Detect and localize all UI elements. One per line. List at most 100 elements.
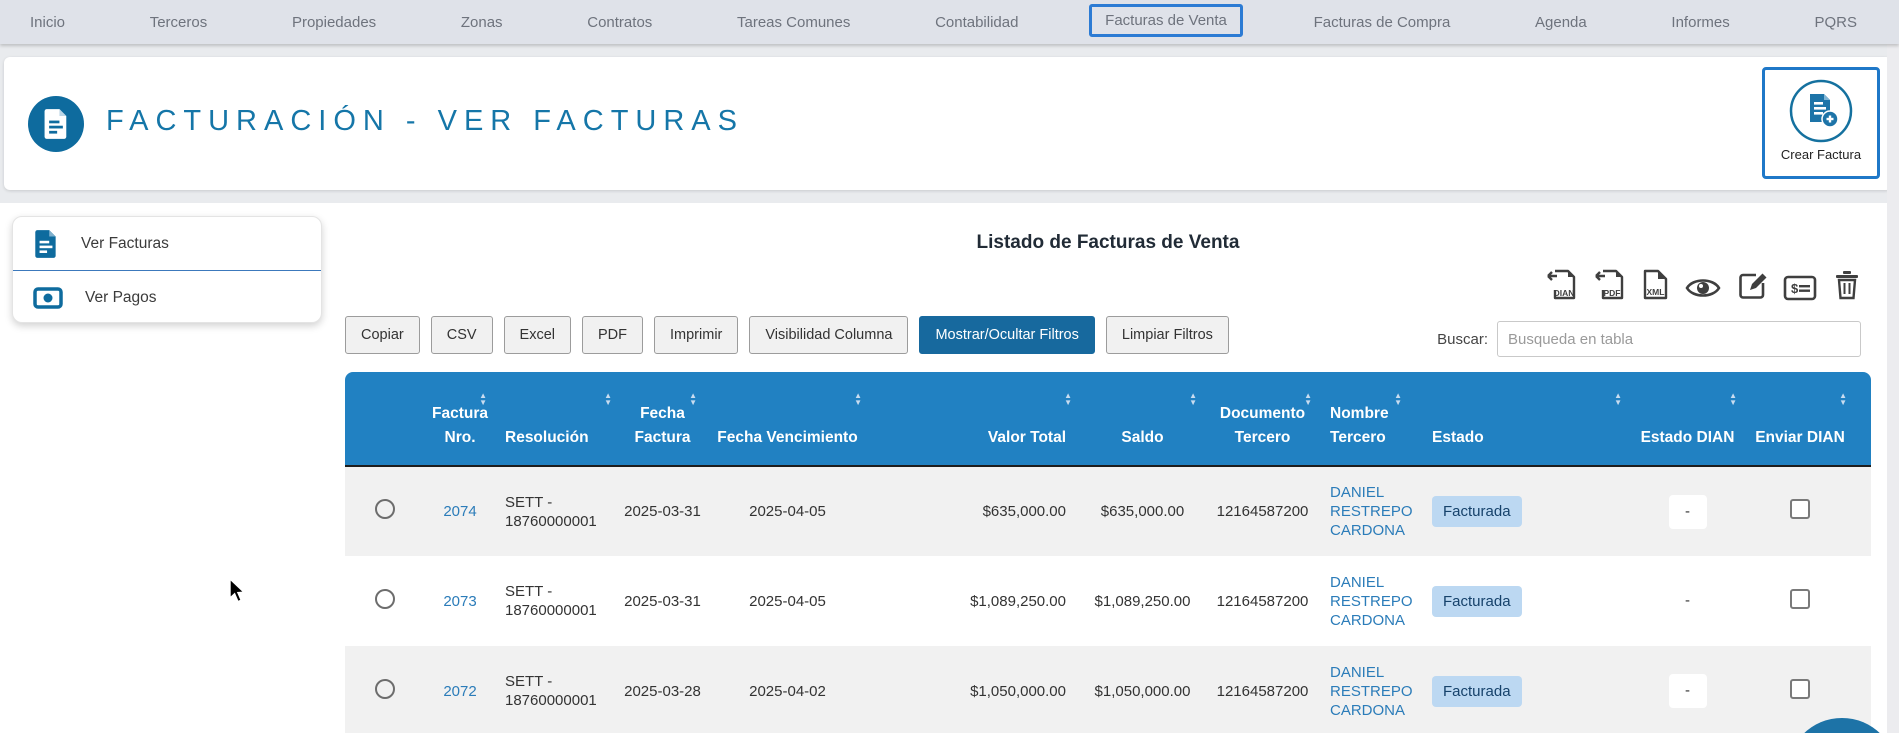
table-row: 2074SETT - 187600000012025-03-312025-04-… (345, 466, 1871, 556)
cell-sel (345, 646, 425, 733)
svg-text:XML: XML (1647, 287, 1665, 297)
create-invoice-label: Crear Factura (1781, 147, 1861, 162)
row-select-radio[interactable] (375, 589, 395, 609)
dian-status-value: - (1669, 584, 1707, 618)
column-header-enviar_dian[interactable]: Enviar DIAN▲▼ (1745, 372, 1855, 466)
column-header-fecha_factura[interactable]: Fecha Factura▲▼ (620, 372, 705, 466)
nav-item-facturas-de-compra[interactable]: Facturas de Compra (1300, 6, 1465, 39)
cell-sel (345, 556, 425, 646)
delete-icon[interactable] (1833, 269, 1861, 301)
sort-icon[interactable]: ▲▼ (1189, 392, 1197, 406)
sort-icon[interactable]: ▲▼ (854, 392, 862, 406)
column-header-valor_total[interactable]: Valor Total▲▼ (870, 372, 1080, 466)
nav-item-agenda[interactable]: Agenda (1521, 6, 1601, 39)
svg-text:DIAN: DIAN (1554, 288, 1575, 298)
send-dian-checkbox[interactable] (1790, 499, 1810, 519)
cell-fecha_vencimiento: 2025-04-05 (705, 556, 870, 646)
edit-icon[interactable] (1737, 271, 1767, 301)
nav-item-propiedades[interactable]: Propiedades (278, 6, 390, 39)
page-header: FACTURACIÓN - VER FACTURAS Crear Factura (4, 57, 1892, 190)
sort-icon[interactable]: ▲▼ (1839, 392, 1847, 406)
cell-nombre_tercero: DANIEL RESTREPO CARDONA (1320, 646, 1410, 733)
nav-item-contabilidad[interactable]: Contabilidad (921, 6, 1032, 39)
table-row: 2072SETT - 187600000012025-03-282025-04-… (345, 646, 1871, 733)
nav-item-contratos[interactable]: Contratos (573, 6, 666, 39)
row-select-radio[interactable] (375, 499, 395, 519)
page-title: FACTURACIÓN - VER FACTURAS (106, 105, 744, 138)
table-toolbar: Copiar CSV Excel PDF Imprimir Visibilidad Col… (345, 316, 1229, 354)
column-header-estado_dian[interactable]: Estado DIAN▲▼ (1630, 372, 1745, 466)
page-scrollbar[interactable] (1887, 44, 1899, 733)
excel-button[interactable]: Excel (504, 316, 571, 354)
view-icon[interactable] (1685, 275, 1721, 301)
column-header-fecha_vencimiento[interactable]: Fecha Vencimiento▲▼ (705, 372, 870, 466)
column-header-resolucion[interactable]: Resolución▲▼ (495, 372, 620, 466)
xml-file-icon[interactable]: XML (1641, 267, 1669, 301)
status-badge: Facturada (1432, 496, 1522, 527)
sort-icon[interactable]: ▲▼ (604, 392, 612, 406)
cell-fecha_factura: 2025-03-31 (620, 466, 705, 556)
nav-item-terceros[interactable]: Terceros (136, 6, 222, 39)
nav-item-zonas[interactable]: Zonas (447, 6, 517, 39)
pdf-download-icon[interactable]: PDF (1593, 267, 1625, 301)
payment-check-icon[interactable]: $ (1783, 275, 1817, 301)
visibilidad-columna-button[interactable]: Visibilidad Columna (749, 316, 908, 354)
cell-factura_nro: 2073 (425, 556, 495, 646)
sort-icon[interactable]: ▲▼ (1614, 392, 1622, 406)
cell-cutoff (1855, 556, 1871, 646)
nav-item-facturas-de-venta[interactable]: Facturas de Venta (1089, 4, 1243, 37)
dian-download-icon[interactable]: DIAN (1545, 267, 1577, 301)
status-badge: Facturada (1432, 586, 1522, 617)
sort-icon[interactable]: ▲▼ (479, 392, 487, 406)
invoice-number-link[interactable]: 2072 (443, 683, 476, 700)
search-input[interactable] (1497, 321, 1861, 357)
csv-button[interactable]: CSV (431, 316, 493, 354)
copiar-button[interactable]: Copiar (345, 316, 420, 354)
nav-item-tareas-comunes[interactable]: Tareas Comunes (723, 6, 864, 39)
top-navigation: Inicio Terceros Propiedades Zonas Contratos T… (0, 0, 1899, 44)
cell-cutoff (1855, 466, 1871, 556)
row-select-radio[interactable] (375, 679, 395, 699)
pdf-button[interactable]: PDF (582, 316, 643, 354)
column-header-documento_tercero[interactable]: Documento Tercero▲▼ (1205, 372, 1320, 466)
sidebar-item-ver-pagos[interactable]: Ver Pagos (13, 271, 321, 323)
column-header-nombre_tercero[interactable]: Nombre Tercero▲▼ (1320, 372, 1410, 466)
nav-item-informes[interactable]: Informes (1657, 6, 1743, 39)
column-header-saldo[interactable]: Saldo▲▼ (1080, 372, 1205, 466)
send-dian-checkbox[interactable] (1790, 589, 1810, 609)
nav-item-inicio[interactable]: Inicio (16, 6, 79, 39)
sort-icon[interactable]: ▲▼ (1304, 392, 1312, 406)
svg-text:PDF: PDF (1604, 288, 1621, 298)
invoice-number-link[interactable]: 2074 (443, 503, 476, 520)
invoice-icon (33, 229, 59, 259)
sort-icon[interactable]: ▲▼ (1394, 392, 1402, 406)
sort-icon[interactable]: ▲▼ (1064, 392, 1072, 406)
cell-nombre_tercero: DANIEL RESTREPO CARDONA (1320, 466, 1410, 556)
third-party-name-link[interactable]: DANIEL RESTREPO CARDONA (1330, 573, 1413, 630)
sidebar-item-label: Ver Facturas (81, 235, 169, 253)
column-header-estado[interactable]: Estado▲▼ (1410, 372, 1630, 466)
list-title: Listado de Facturas de Venta (345, 232, 1871, 254)
create-invoice-icon (1788, 78, 1854, 144)
sidebar-item-ver-facturas[interactable]: Ver Facturas (13, 217, 321, 270)
cell-nombre_tercero: DANIEL RESTREPO CARDONA (1320, 556, 1410, 646)
third-party-name-link[interactable]: DANIEL RESTREPO CARDONA (1330, 483, 1413, 540)
cell-valor_total: $1,050,000.00 (870, 646, 1080, 733)
sort-icon[interactable]: ▲▼ (1729, 392, 1737, 406)
imprimir-button[interactable]: Imprimir (654, 316, 738, 354)
dian-status-value: - (1669, 674, 1707, 708)
limpiar-filtros-button[interactable]: Limpiar Filtros (1106, 316, 1229, 354)
nav-item-pqrs[interactable]: PQRS (1800, 6, 1871, 39)
cell-fecha_factura: 2025-03-28 (620, 646, 705, 733)
invoice-number-link[interactable]: 2073 (443, 593, 476, 610)
column-header-factura_nro[interactable]: Factura Nro.▲▼ (425, 372, 495, 466)
create-invoice-button[interactable]: Crear Factura (1762, 67, 1880, 179)
third-party-name-link[interactable]: DANIEL RESTREPO CARDONA (1330, 663, 1413, 720)
cell-resolucion: SETT - 18760000001 (495, 466, 620, 556)
sort-icon[interactable]: ▲▼ (689, 392, 697, 406)
status-badge: Facturada (1432, 676, 1522, 707)
mostrar-ocultar-filtros-button[interactable]: Mostrar/Ocultar Filtros (919, 316, 1094, 354)
column-header-sel (345, 372, 425, 466)
svg-text:$: $ (1791, 281, 1799, 296)
send-dian-checkbox[interactable] (1790, 679, 1810, 699)
